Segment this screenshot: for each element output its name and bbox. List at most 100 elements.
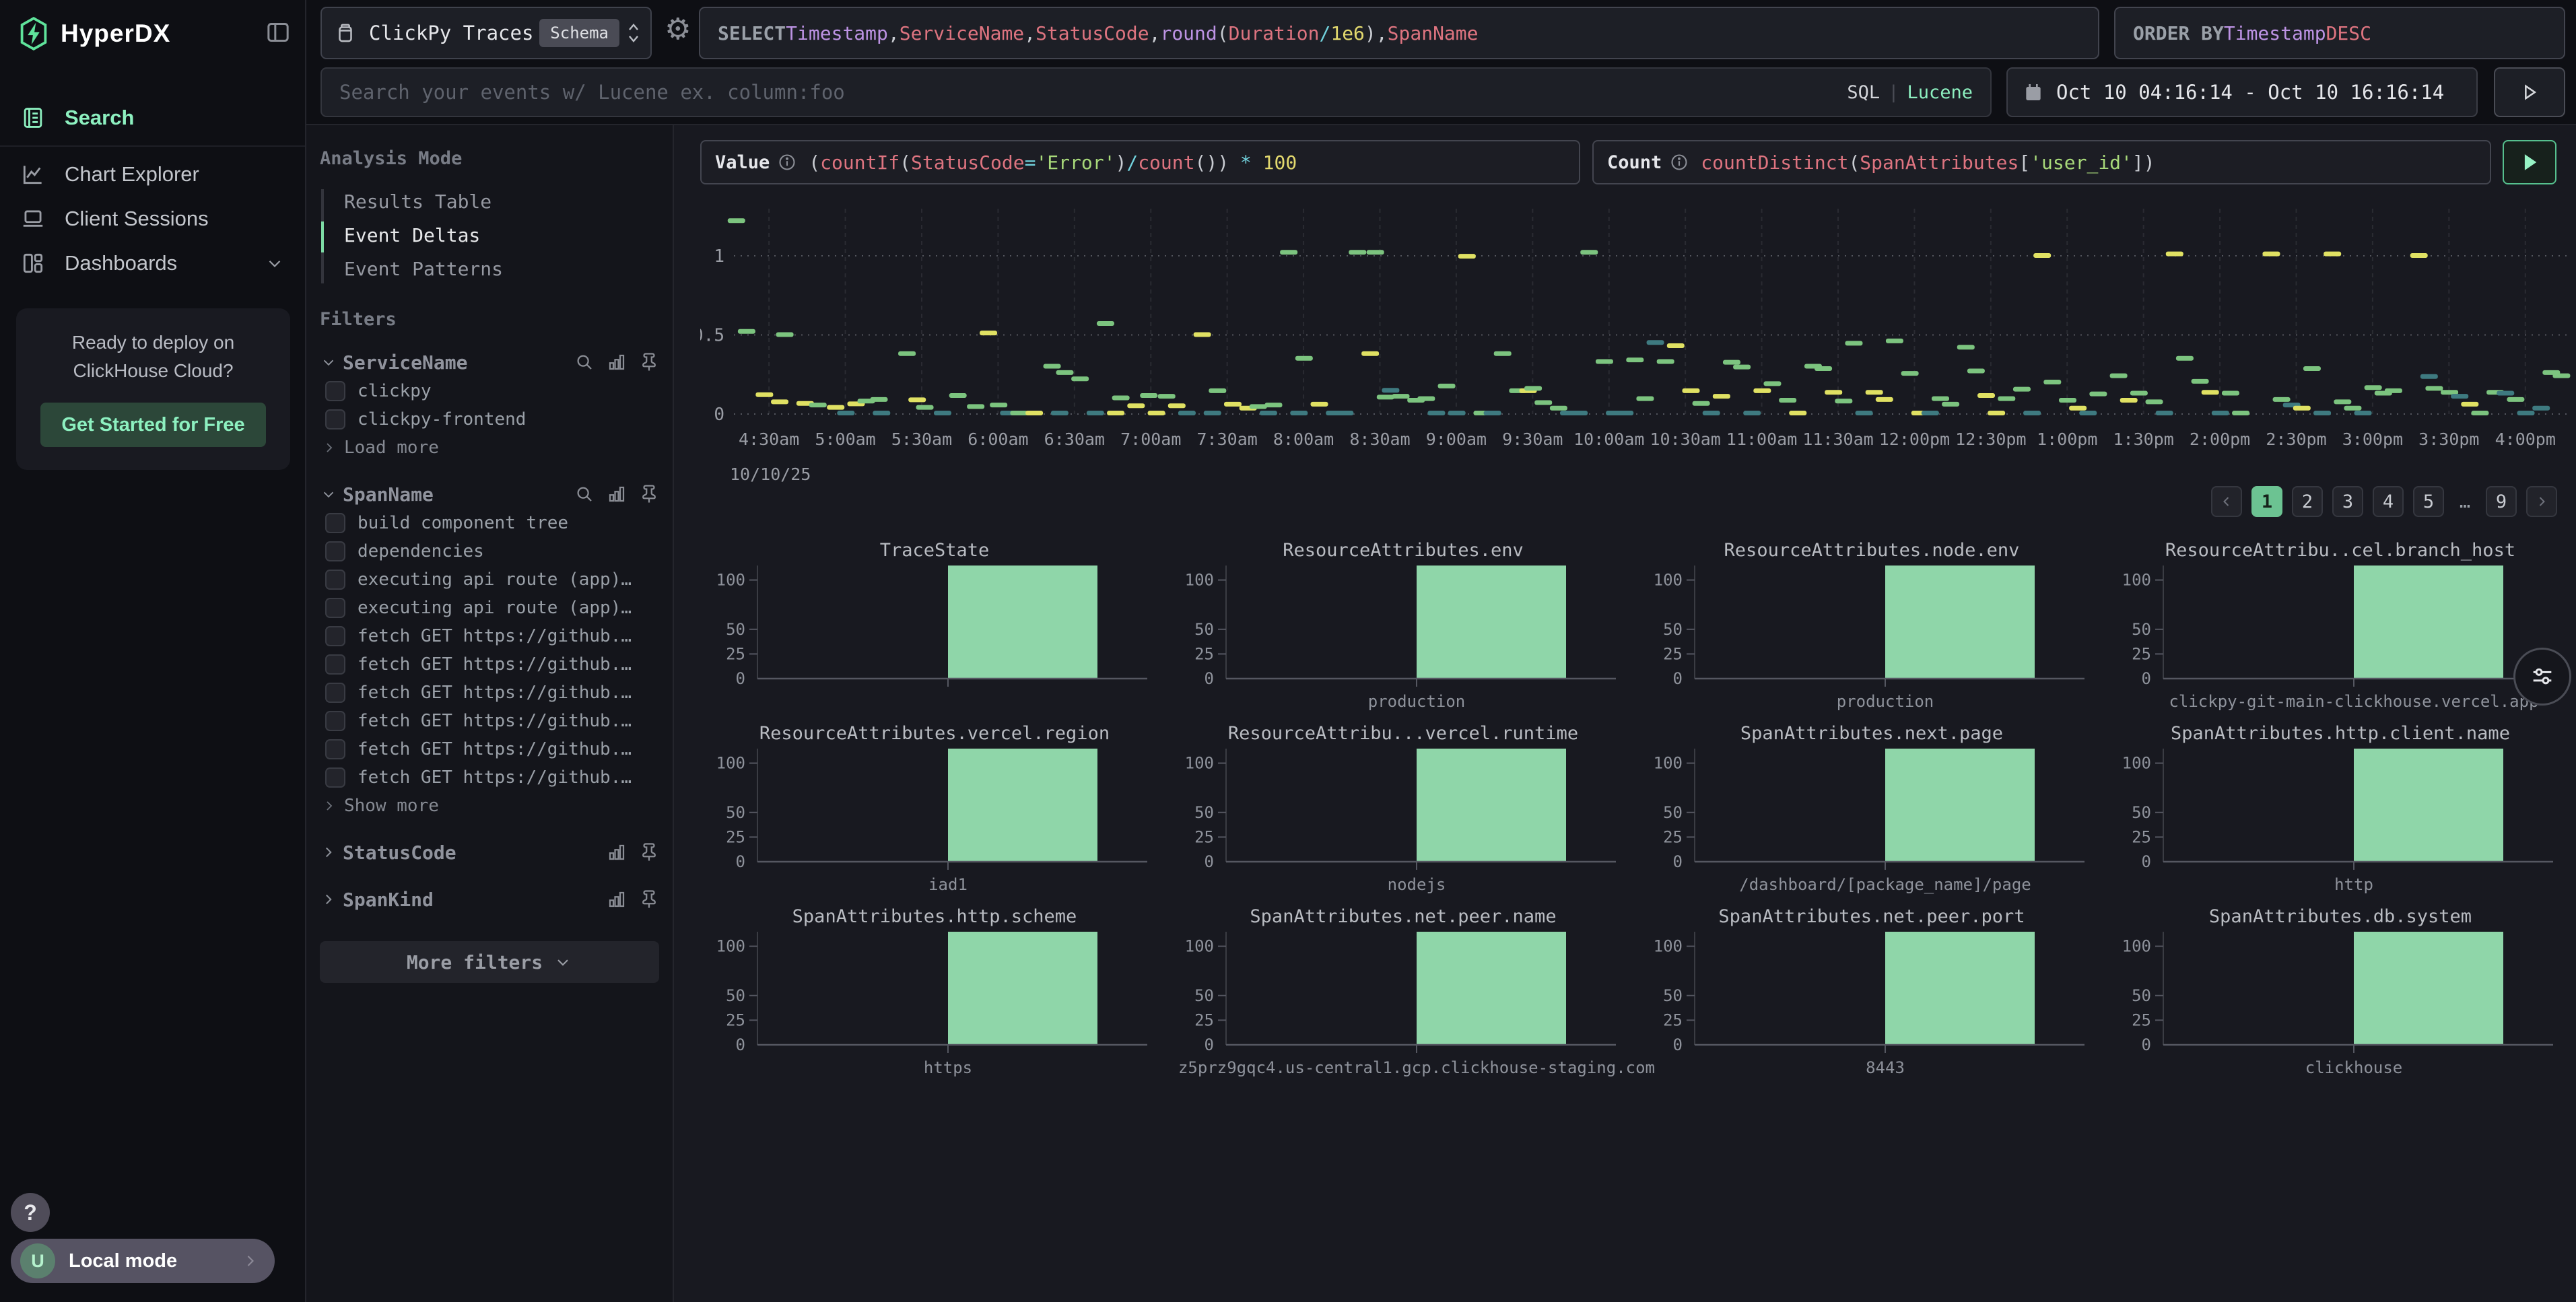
more-filters-button[interactable]: More filters [320, 941, 659, 983]
sidebar-item-client-sessions[interactable]: Client Sessions [0, 197, 305, 241]
svg-text:SpanAttributes.http.client.nam: SpanAttributes.http.client.name [2171, 723, 2510, 744]
search-icon[interactable] [574, 352, 595, 372]
topbar: ClickPy Traces Schema ⚙ SELECT Timestamp… [306, 0, 2576, 125]
checkbox[interactable] [325, 654, 345, 675]
attribute-chart-SpanAttributes.http.client.name[interactable]: SpanAttributes.http.client.name02550100h… [2106, 722, 2575, 905]
checkbox[interactable] [325, 626, 345, 646]
count-expression-input[interactable]: Count countDistinct(SpanAttributes['user… [1592, 140, 2491, 184]
checkbox[interactable] [325, 598, 345, 618]
filter-checkbox-row[interactable]: clickpy-frontend [320, 405, 659, 434]
pin-icon[interactable] [639, 352, 659, 372]
show-more-link[interactable]: Show more [320, 792, 659, 820]
svg-text:100: 100 [716, 571, 745, 590]
search-input[interactable]: Search your events w/ Lucene ex. column:… [320, 67, 1992, 117]
order-by-input[interactable]: ORDER BY Timestamp DESC [2114, 7, 2565, 59]
checkbox[interactable] [325, 739, 345, 759]
sidebar-item-label: Search [65, 106, 134, 130]
run-chart-button[interactable] [2503, 140, 2556, 184]
filter-checkbox-row[interactable]: clickpy [320, 377, 659, 405]
mode-results-table[interactable]: Results Table [344, 185, 659, 219]
attribute-chart-SpanAttributes.next.page[interactable]: SpanAttributes.next.page02550100/dashboa… [1637, 722, 2106, 905]
source-selector[interactable]: ClickPy Traces Schema [320, 7, 652, 59]
local-mode-button[interactable]: U Local mode [11, 1239, 275, 1283]
checkbox[interactable] [325, 570, 345, 590]
page-button-3[interactable]: 3 [2332, 486, 2363, 517]
filter-checkbox-row[interactable]: fetch GET https://github.… [320, 679, 659, 707]
checkbox[interactable] [325, 541, 345, 561]
pin-icon[interactable] [639, 842, 659, 862]
filter-group-icons [607, 842, 659, 862]
checkbox[interactable] [325, 381, 345, 401]
attribute-chart-ResourceAttributes.vercel.region[interactable]: ResourceAttributes.vercel.region02550100… [700, 722, 1169, 905]
filter-checkbox-row[interactable]: fetch GET https://github.… [320, 622, 659, 650]
filter-group-spankind[interactable]: SpanKind [320, 885, 659, 914]
sidebar-item-dashboards[interactable]: Dashboards [0, 241, 305, 285]
date-range-picker[interactable]: Oct 10 04:16:14 - Oct 10 16:16:14 [2006, 67, 2478, 117]
checkbox[interactable] [325, 711, 345, 731]
mode-event-patterns[interactable]: Event Patterns [344, 252, 659, 286]
sidebar-collapse-icon[interactable] [265, 19, 292, 48]
filter-checkbox-row[interactable]: executing api route (app)… [320, 594, 659, 622]
filter-checkbox-row[interactable]: dependencies [320, 537, 659, 566]
filter-group-name: SpanName [343, 483, 434, 506]
page-button-1[interactable]: 1 [2251, 486, 2282, 517]
prev-page-button[interactable] [2211, 486, 2242, 517]
filter-checkbox-row[interactable]: fetch GET https://github.… [320, 707, 659, 735]
gear-icon[interactable]: ⚙ [665, 12, 691, 46]
load-more-link[interactable]: Load more [320, 434, 659, 462]
filter-checkbox-row[interactable]: build component tree [320, 509, 659, 537]
sidebar-item-search[interactable]: Search [0, 96, 305, 140]
mode-event-deltas[interactable]: Event Deltas [344, 219, 659, 252]
value-expression-input[interactable]: Value (countIf(StatusCode='Error')/count… [700, 140, 1580, 184]
page-button-5[interactable]: 5 [2413, 486, 2444, 517]
page-button-9[interactable]: 9 [2486, 486, 2517, 517]
page-button-4[interactable]: 4 [2373, 486, 2404, 517]
events-scatter-chart[interactable]: 4:30am5:00am5:30am6:00am6:30am7:00am7:30… [700, 193, 2576, 489]
chart-settings-floating-button[interactable] [2513, 648, 2571, 706]
sidebar-item-chart-explorer[interactable]: Chart Explorer [0, 152, 305, 197]
pin-icon[interactable] [639, 484, 659, 504]
attribute-chart-ResourceAttributes.node.env[interactable]: ResourceAttributes.node.env02550100produ… [1637, 539, 2106, 722]
sql-mode-button[interactable]: SQL [1847, 82, 1880, 103]
cloud-card-text: Ready to deploy on [16, 329, 290, 357]
sql-select-input[interactable]: SELECT Timestamp, ServiceName, StatusCod… [699, 7, 2099, 59]
attribute-chart-ResourceAttributes.env[interactable]: ResourceAttributes.env02550100production [1169, 539, 1637, 722]
run-search-button[interactable] [2494, 67, 2565, 117]
checkbox[interactable] [325, 409, 345, 430]
next-page-button[interactable] [2526, 486, 2557, 517]
filter-checkbox-row[interactable]: fetch GET https://github.… [320, 763, 659, 792]
schema-badge: Schema [539, 19, 619, 47]
lucene-mode-button[interactable]: Lucene [1907, 82, 1973, 103]
filter-group-servicename[interactable]: ServiceName [320, 347, 659, 377]
main-content: Value (countIf(StatusCode='Error')/count… [677, 125, 2576, 1302]
filter-group-statuscode[interactable]: StatusCode [320, 837, 659, 867]
more-filters-label: More filters [407, 951, 543, 973]
attribute-chart-SpanAttributes.http.scheme[interactable]: SpanAttributes.http.scheme02550100https [700, 905, 1169, 1088]
attribute-chart-ResourceAttribu...vercel.runtime[interactable]: ResourceAttribu...vercel.runtime02550100… [1169, 722, 1637, 905]
attribute-chart-SpanAttributes.db.system[interactable]: SpanAttributes.db.system02550100clickhou… [2106, 905, 2575, 1088]
filter-checkbox-row[interactable]: fetch GET https://github.… [320, 650, 659, 679]
get-started-button[interactable]: Get Started for Free [40, 403, 266, 447]
search-icon[interactable] [574, 484, 595, 504]
attribute-chart-TraceState[interactable]: TraceState02550100 [700, 539, 1169, 722]
svg-text:50: 50 [726, 986, 745, 1005]
svg-text:0: 0 [1205, 669, 1214, 688]
pin-icon[interactable] [639, 889, 659, 910]
checkbox[interactable] [325, 513, 345, 533]
help-button[interactable]: ? [11, 1193, 50, 1232]
attribute-chart-SpanAttributes.net.peer.port[interactable]: SpanAttributes.net.peer.port025501008443 [1637, 905, 2106, 1088]
bar-chart-icon[interactable] [607, 842, 627, 862]
bar-chart-icon[interactable] [607, 484, 627, 504]
bar-chart-icon[interactable] [607, 352, 627, 372]
checkbox[interactable] [325, 767, 345, 788]
bar-chart-icon[interactable] [607, 889, 627, 910]
page-button-2[interactable]: 2 [2292, 486, 2323, 517]
attribute-chart-SpanAttributes.net.peer.name[interactable]: SpanAttributes.net.peer.name02550100z5pr… [1169, 905, 1637, 1088]
filter-group-spanname[interactable]: SpanName [320, 479, 659, 509]
filter-checkbox-row[interactable]: fetch GET https://github.… [320, 735, 659, 763]
filter-checkbox-row[interactable]: executing api route (app)… [320, 566, 659, 594]
svg-text:2:30pm: 2:30pm [2266, 430, 2326, 449]
checkbox[interactable] [325, 683, 345, 703]
attribute-chart-ResourceAttribu..cel.branch_host[interactable]: ResourceAttribu..cel.branch_host02550100… [2106, 539, 2575, 722]
bar-chart-svg: SpanAttributes.db.system02550100clickhou… [2106, 905, 2575, 1088]
